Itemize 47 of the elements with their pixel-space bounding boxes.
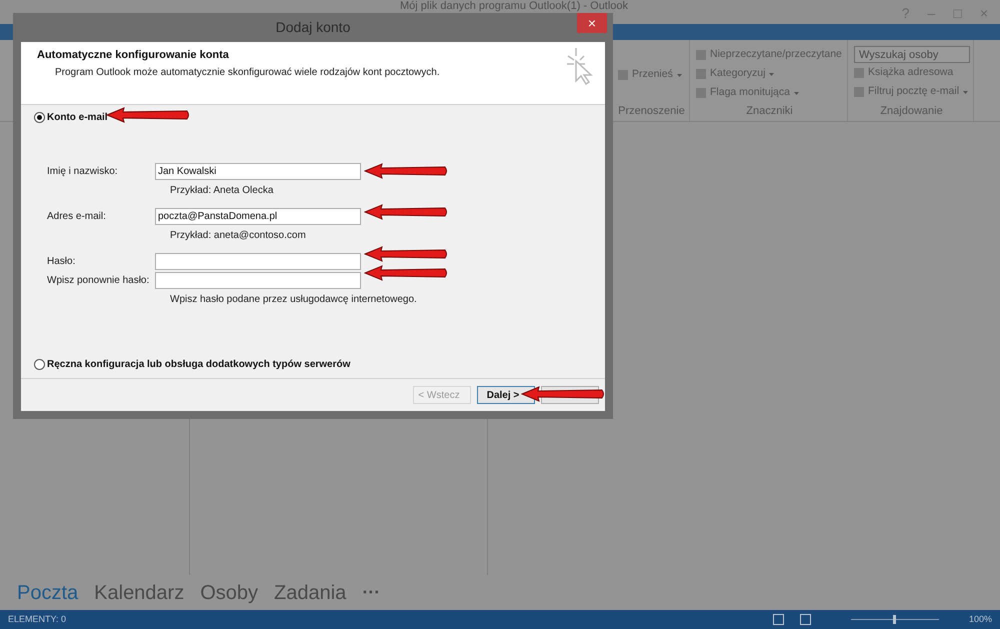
ribbon-icon — [618, 70, 628, 80]
window-control[interactable]: × — [980, 3, 988, 24]
window-control[interactable]: □ — [953, 3, 962, 24]
ribbon-button[interactable]: Nieprzeczytane/przeczytane — [696, 46, 842, 64]
field-label: Hasło: — [47, 255, 76, 269]
field-label: Imię i nazwisko: — [47, 165, 119, 179]
nav-tab[interactable]: Poczta — [17, 578, 78, 608]
search-field[interactable]: Wyszukaj osoby — [854, 46, 970, 63]
field-hint: Wpisz hasło podane przez usługodawcę internetowego. — [170, 293, 418, 307]
status-count: ELEMENTY: 0 — [8, 612, 66, 626]
field-label: Wpisz ponownie hasło: — [47, 274, 150, 288]
field-hint: Przykład: aneta@contoso.com — [170, 229, 307, 243]
input-field[interactable]: poczta@PanstaDomena.pl — [155, 208, 361, 225]
section-subtitle: Program Outlook może automatycznie skonfigurować wiele rodzajów kont pocztowych. — [54, 66, 441, 80]
ribbon-group-label: Znaczniki — [745, 104, 794, 119]
ribbon-button[interactable]: Książka adresowa — [854, 64, 954, 82]
dialog-button[interactable]: Dalej > — [477, 386, 535, 404]
close-button[interactable]: × — [577, 13, 607, 33]
ribbon-group-label: Znajdowanie — [879, 104, 944, 119]
radio-option[interactable]: Ręczna konfiguracja lub obsługa dodatkowych typów serwerów — [34, 357, 605, 372]
window-title: Mój plik danych programu Outlook(1) - Outlook — [400, 0, 628, 12]
radio-button[interactable] — [34, 112, 45, 123]
nav-tab[interactable]: Kalendarz — [94, 578, 184, 608]
ribbon-button[interactable]: Flaga monitująca — [696, 84, 799, 102]
input-field[interactable] — [155, 253, 361, 270]
more-button[interactable]: ··· — [362, 579, 380, 606]
ribbon-button[interactable]: Kategoryzuj — [696, 65, 774, 83]
nav-tab[interactable]: Osoby — [200, 578, 258, 608]
nav-tab[interactable]: Zadania — [274, 578, 346, 608]
radio-option[interactable]: Konto e-mail — [34, 110, 605, 125]
ribbon-group-label: Przenoszenie — [618, 104, 685, 119]
slider-thumb[interactable] — [893, 615, 896, 624]
window-control[interactable]: ? — [902, 3, 910, 24]
ribbon-button[interactable]: Przenieś — [618, 66, 682, 84]
cursor-icon — [565, 46, 595, 86]
dialog-title: Dodaj konto — [276, 18, 350, 37]
field-hint: Przykład: Aneta Olecka — [170, 184, 274, 198]
ribbon-button[interactable]: Filtruj pocztę e-mail — [854, 83, 968, 101]
field-label: Adres e-mail: — [47, 210, 107, 224]
input-field[interactable] — [155, 272, 361, 289]
radio-button[interactable] — [34, 359, 45, 370]
section-title: Automatyczne konfigurowanie konta — [37, 48, 230, 63]
window-control[interactable]: – — [928, 3, 936, 24]
reading-view-icon[interactable] — [800, 614, 811, 625]
zoom-level: 100% — [968, 612, 992, 626]
normal-view-icon[interactable] — [772, 614, 784, 625]
input-field[interactable]: Jan Kowalski — [155, 163, 361, 180]
